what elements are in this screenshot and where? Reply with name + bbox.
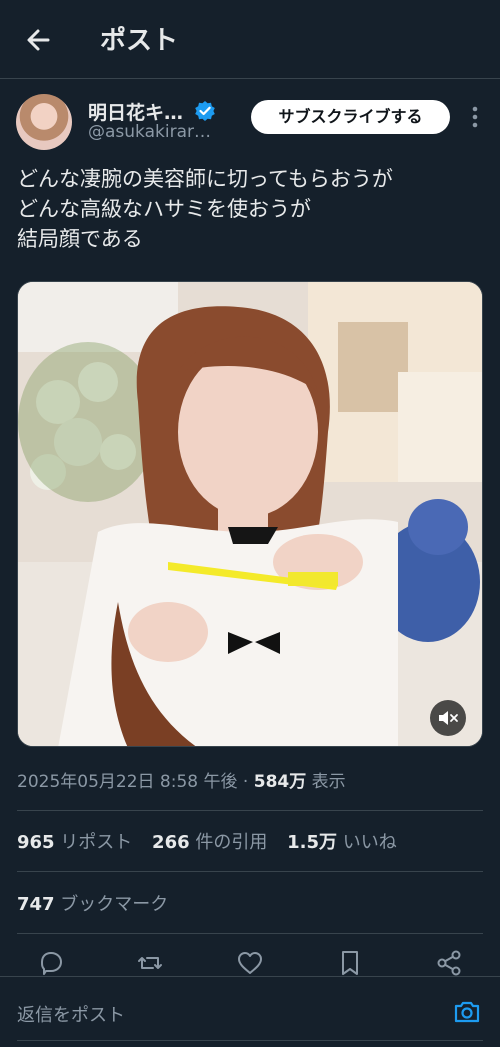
post-line: どんな凄腕の美容師に切ってもらおうが [17,167,393,191]
divider [17,871,483,872]
like-stat[interactable]: 1.5万 いいね [287,832,397,853]
mute-icon [439,711,458,725]
quote-label: 件の引用 [189,832,268,853]
share-icon[interactable] [434,948,464,978]
author-handle[interactable]: @asukakirar… [88,122,211,142]
camera-icon[interactable] [452,997,482,1027]
divider [17,810,483,811]
view-count: 584万 [253,772,307,792]
mute-button[interactable] [430,700,466,736]
more-icon[interactable] [462,104,488,130]
subscribe-button[interactable]: サブスクライブする [251,100,450,134]
bookmark-icon[interactable] [335,948,365,978]
video-frame [18,282,482,746]
like-count: 1.5万 [287,832,337,853]
bookmark-stat[interactable]: 747 ブックマーク [17,890,168,916]
top-header: ポスト [0,0,500,79]
meta-separator: · [237,772,254,792]
reply-input[interactable]: 返信をポスト [17,1001,125,1027]
view-label: 表示 [306,772,346,792]
divider [17,933,483,934]
action-bar [0,948,500,978]
post-timestamp: 2025年05月22日 8:58 午後 · 584万 表示 [17,767,346,792]
repost-icon[interactable] [135,948,165,978]
back-arrow-icon[interactable] [22,24,54,56]
repost-count: 965 [17,832,55,853]
post-line: 結局顔である [17,227,143,251]
video-media[interactable] [17,281,483,747]
quote-stat[interactable]: 266 件の引用 [152,832,267,853]
engagement-stats: 965 リポスト 266 件の引用 1.5万 いいね [17,828,411,854]
like-label: いいね [336,832,397,853]
repost-label: リポスト [54,832,133,853]
page-title: ポスト [100,26,179,56]
bookmark-label: ブックマーク [54,894,169,915]
like-icon[interactable] [235,948,265,978]
author-name[interactable]: 明日花キ… [88,98,183,125]
post-text: どんな凄腕の美容師に切ってもらおうが どんな高級なハサミを使おうが 結局顔である [17,164,487,254]
avatar[interactable] [16,94,72,150]
bookmark-count: 747 [17,894,55,915]
verified-badge-icon [195,101,215,121]
post-datetime[interactable]: 2025年05月22日 8:58 午後 [17,772,238,792]
bottom-divider [17,1040,483,1041]
repost-stat[interactable]: 965 リポスト [17,832,132,853]
post-line: どんな高級なハサミを使おうが [17,197,311,221]
reply-composer: 返信をポスト [0,976,500,1047]
reply-icon[interactable] [36,948,66,978]
quote-count: 266 [152,832,190,853]
